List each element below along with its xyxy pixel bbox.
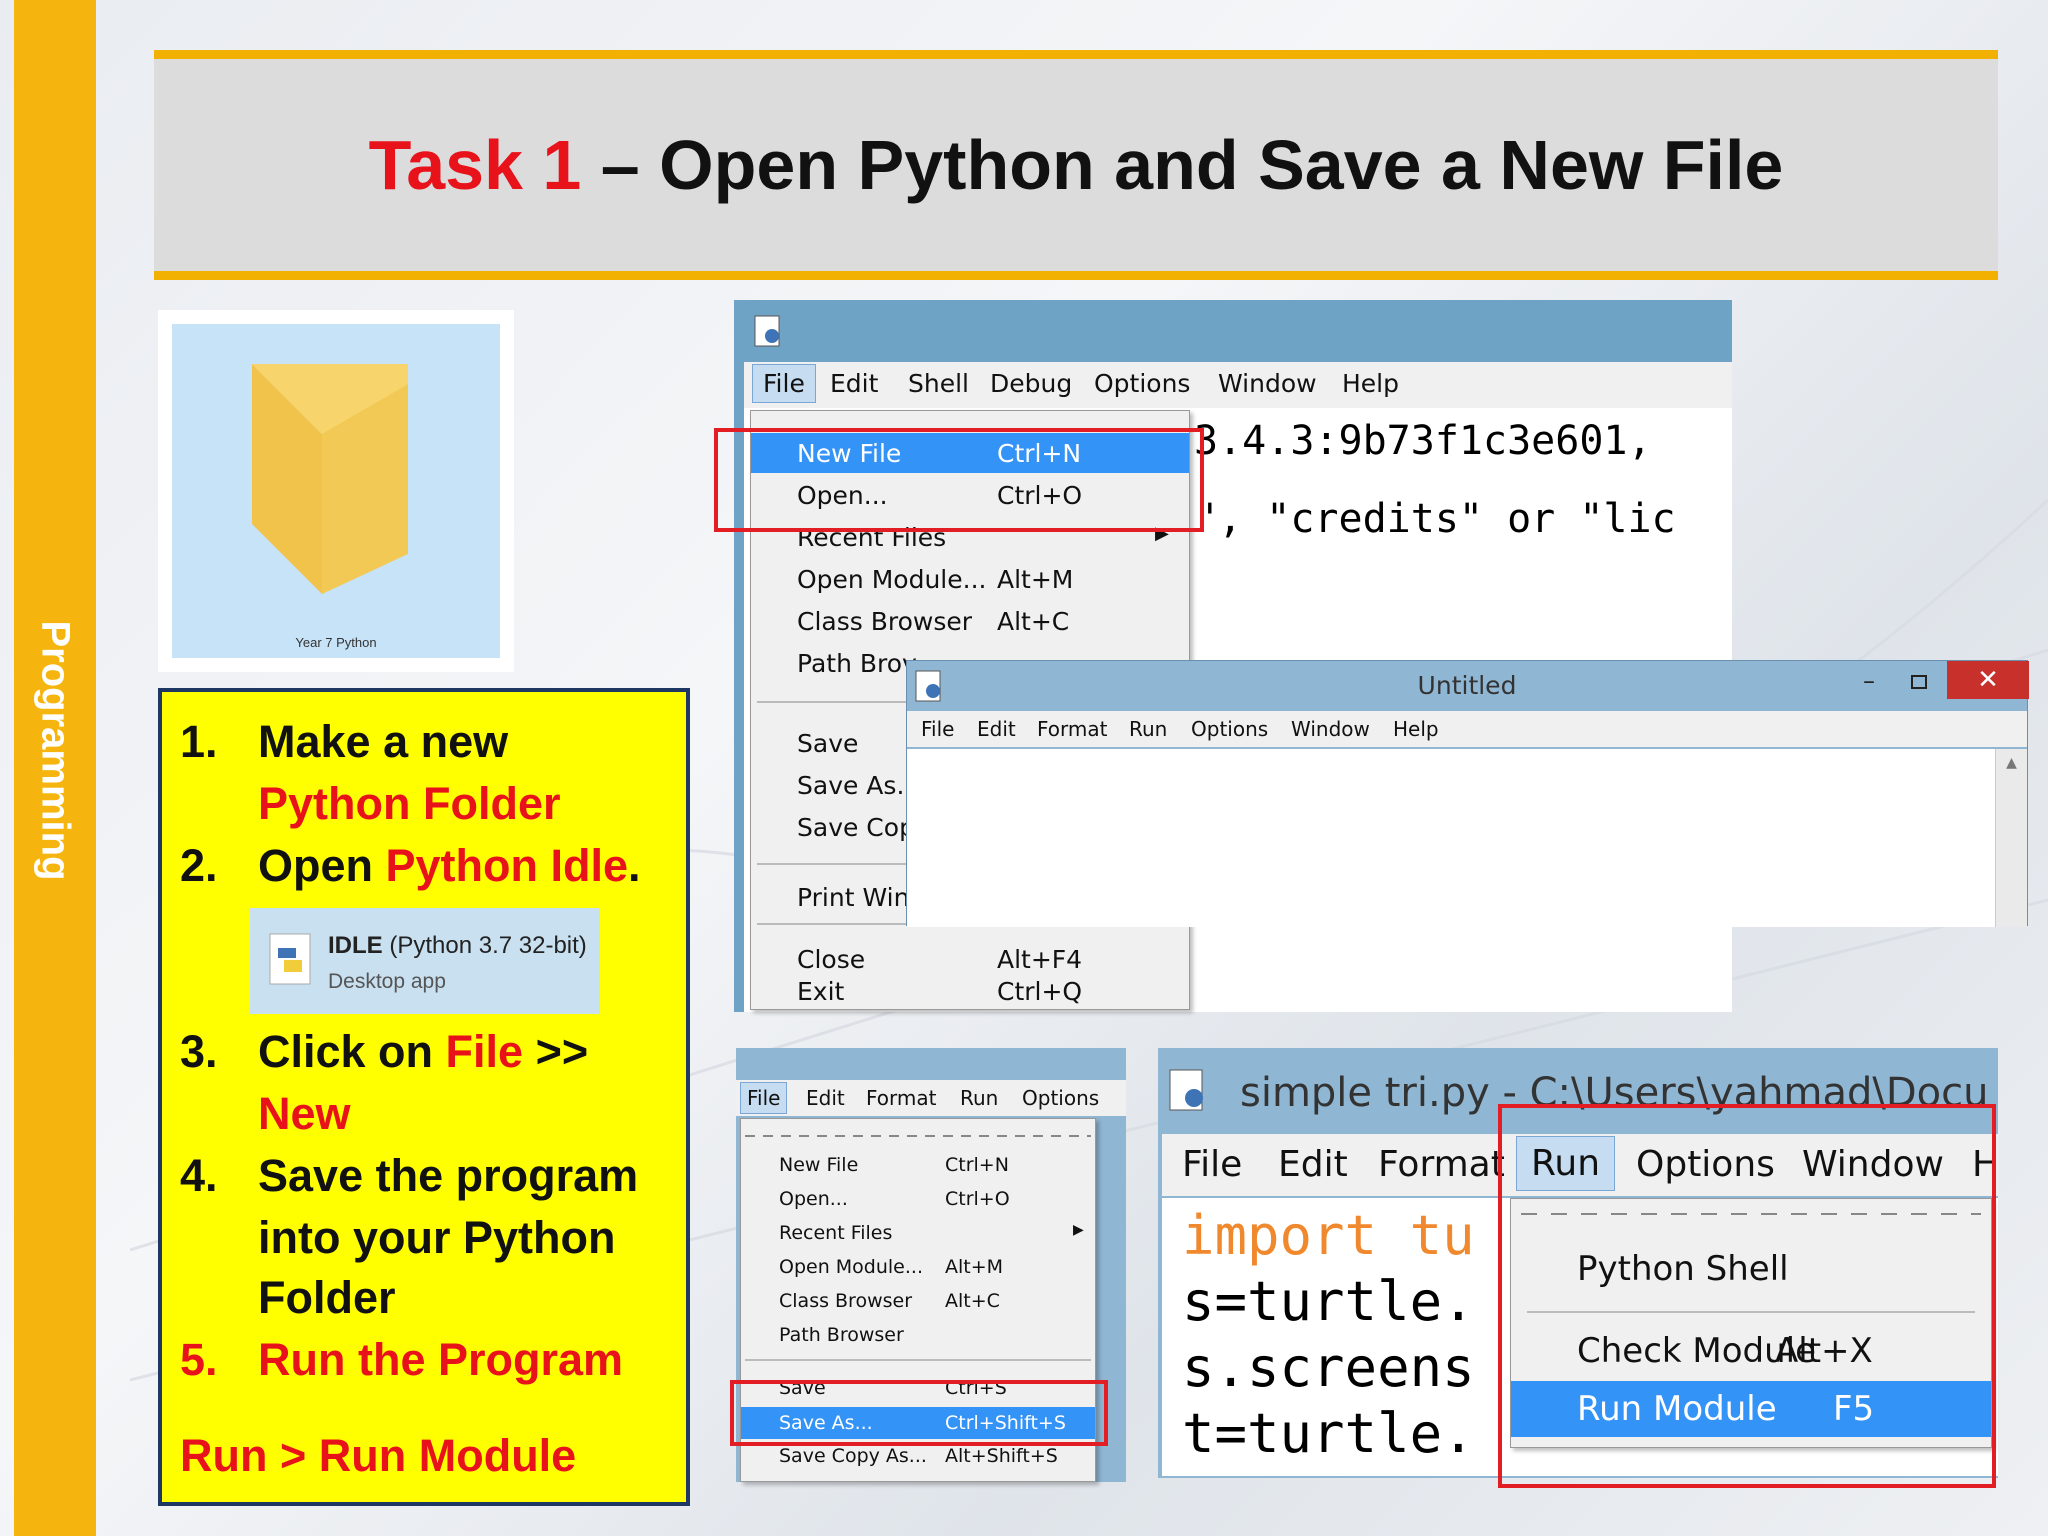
menu-window[interactable]: Window	[1291, 717, 1370, 741]
step-number: 1.	[180, 716, 218, 767]
window-title: Untitled	[1417, 671, 1517, 700]
menu-run[interactable]: Run	[1129, 717, 1167, 741]
minimize-icon[interactable]: –	[1863, 667, 1875, 695]
menu-edit[interactable]: Edit	[806, 1086, 845, 1110]
menu-edit[interactable]: Edit	[830, 369, 878, 398]
menu-item-recent-files[interactable]: Recent Files ▶	[741, 1217, 1095, 1249]
menu-debug[interactable]: Debug	[990, 369, 1072, 398]
menu-item-new-file[interactable]: New File Ctrl+N	[741, 1149, 1095, 1181]
idle-name: IDLE (Python 3.7 32-bit)	[328, 932, 587, 959]
menu-item-exit[interactable]: Exit Ctrl+Q	[751, 973, 1189, 1009]
folder-icon	[252, 364, 408, 594]
idle-app-tile: IDLE (Python 3.7 32-bit) Desktop app	[250, 908, 600, 1014]
step-text: Python Folder	[258, 778, 561, 829]
highlight-save-as	[730, 1380, 1108, 1446]
step-number: 4.	[180, 1150, 218, 1201]
idle-subtitle: Desktop app	[328, 970, 446, 993]
shell-version-text: 3.4.3:9b73f1c3e601,	[1194, 418, 1652, 464]
step-text: into your Python	[258, 1212, 616, 1263]
menu-edit[interactable]: Edit	[977, 717, 1016, 741]
step-number: 2.	[180, 840, 218, 891]
code-line: import tu	[1182, 1204, 1475, 1267]
highlight-new-file	[714, 428, 1204, 532]
folder-thumbnail: Year 7 Python	[158, 310, 514, 672]
idle-window-icon	[1166, 1068, 1210, 1118]
menu-help[interactable]: Help	[1393, 717, 1439, 741]
menu-options[interactable]: Options	[1094, 369, 1190, 398]
code-line: t=turtle.	[1182, 1402, 1475, 1465]
menu-item-open-module[interactable]: Open Module... Alt+M	[751, 559, 1189, 599]
menu-help[interactable]: Help	[1342, 369, 1399, 398]
menu-shell[interactable]: Shell	[908, 369, 969, 398]
submenu-arrow-icon: ▶	[1073, 1222, 1084, 1238]
code-line: s=turtle.	[1182, 1270, 1475, 1333]
step-text: Click on File >>	[258, 1026, 589, 1077]
highlight-run-module	[1498, 1104, 1996, 1488]
menu-file[interactable]: File	[752, 364, 816, 403]
slide-title-banner: Task 1 – Open Python and Save a New File	[154, 50, 1998, 280]
menu-format[interactable]: Format	[1037, 717, 1107, 741]
menu-options[interactable]: Options	[1022, 1086, 1099, 1110]
menu-format[interactable]: Format	[1378, 1144, 1505, 1185]
step-number: 3.	[180, 1026, 218, 1077]
shell-menubar: File Edit Shell Debug Options Window Hel…	[744, 362, 1732, 408]
run-module-hint: Run > Run Module	[180, 1430, 577, 1481]
step-text: Make a new	[258, 716, 509, 767]
step-text: New	[258, 1088, 351, 1139]
menu-item-open-module[interactable]: Open Module... Alt+M	[741, 1251, 1095, 1283]
shell-banner-text: ", "credits" or "lic	[1194, 496, 1676, 542]
scroll-up-icon: ▲	[2006, 755, 2017, 771]
menu-window[interactable]: Window	[1218, 369, 1317, 398]
menu-item-class-browser[interactable]: Class Browser Alt+C	[741, 1285, 1095, 1317]
menu-edit[interactable]: Edit	[1278, 1144, 1348, 1185]
python-icon	[269, 933, 311, 985]
scrollbar[interactable]: ▲	[1995, 749, 2027, 927]
step-text: Folder	[258, 1272, 396, 1323]
menu-item-class-browser[interactable]: Class Browser Alt+C	[751, 601, 1189, 641]
menu-run[interactable]: Run	[960, 1086, 998, 1110]
menu-item-open[interactable]: Open... Ctrl+O	[741, 1183, 1095, 1215]
step-text: Save the program	[258, 1150, 639, 1201]
step-text: Open Python Idle.	[258, 840, 641, 891]
sidebar-label: Programming	[33, 619, 78, 881]
untitled-window: Untitled – ✕ File Edit Format Run Option…	[906, 660, 2029, 927]
page-title: Task 1 – Open Python and Save a New File	[368, 126, 1784, 204]
save-window-menubar: File Edit Format Run Options	[736, 1080, 1126, 1116]
untitled-menubar: File Edit Format Run Options Window Help	[907, 711, 2027, 747]
menu-file[interactable]: File	[921, 717, 954, 741]
step-text: Run the Program	[258, 1334, 624, 1385]
menu-item-path-browser[interactable]: Path Browser	[741, 1319, 1095, 1351]
maximize-icon[interactable]	[1911, 675, 1927, 689]
menu-format[interactable]: Format	[866, 1086, 936, 1110]
menu-file[interactable]: File	[740, 1082, 788, 1114]
close-icon[interactable]: ✕	[1947, 661, 2029, 699]
menu-separator	[745, 1359, 1091, 1361]
menu-options[interactable]: Options	[1191, 717, 1268, 741]
editor-text-area[interactable]	[907, 749, 1995, 927]
step-number: 5.	[180, 1334, 218, 1385]
steps-panel: 1. Make a new Python Folder 2. Open Pyth…	[158, 688, 690, 1506]
idle-window-icon	[752, 314, 784, 352]
tearoff-line	[745, 1135, 1091, 1137]
folder-caption: Year 7 Python	[295, 635, 377, 650]
menu-file[interactable]: File	[1182, 1144, 1242, 1185]
code-line: s.screens	[1182, 1336, 1475, 1399]
